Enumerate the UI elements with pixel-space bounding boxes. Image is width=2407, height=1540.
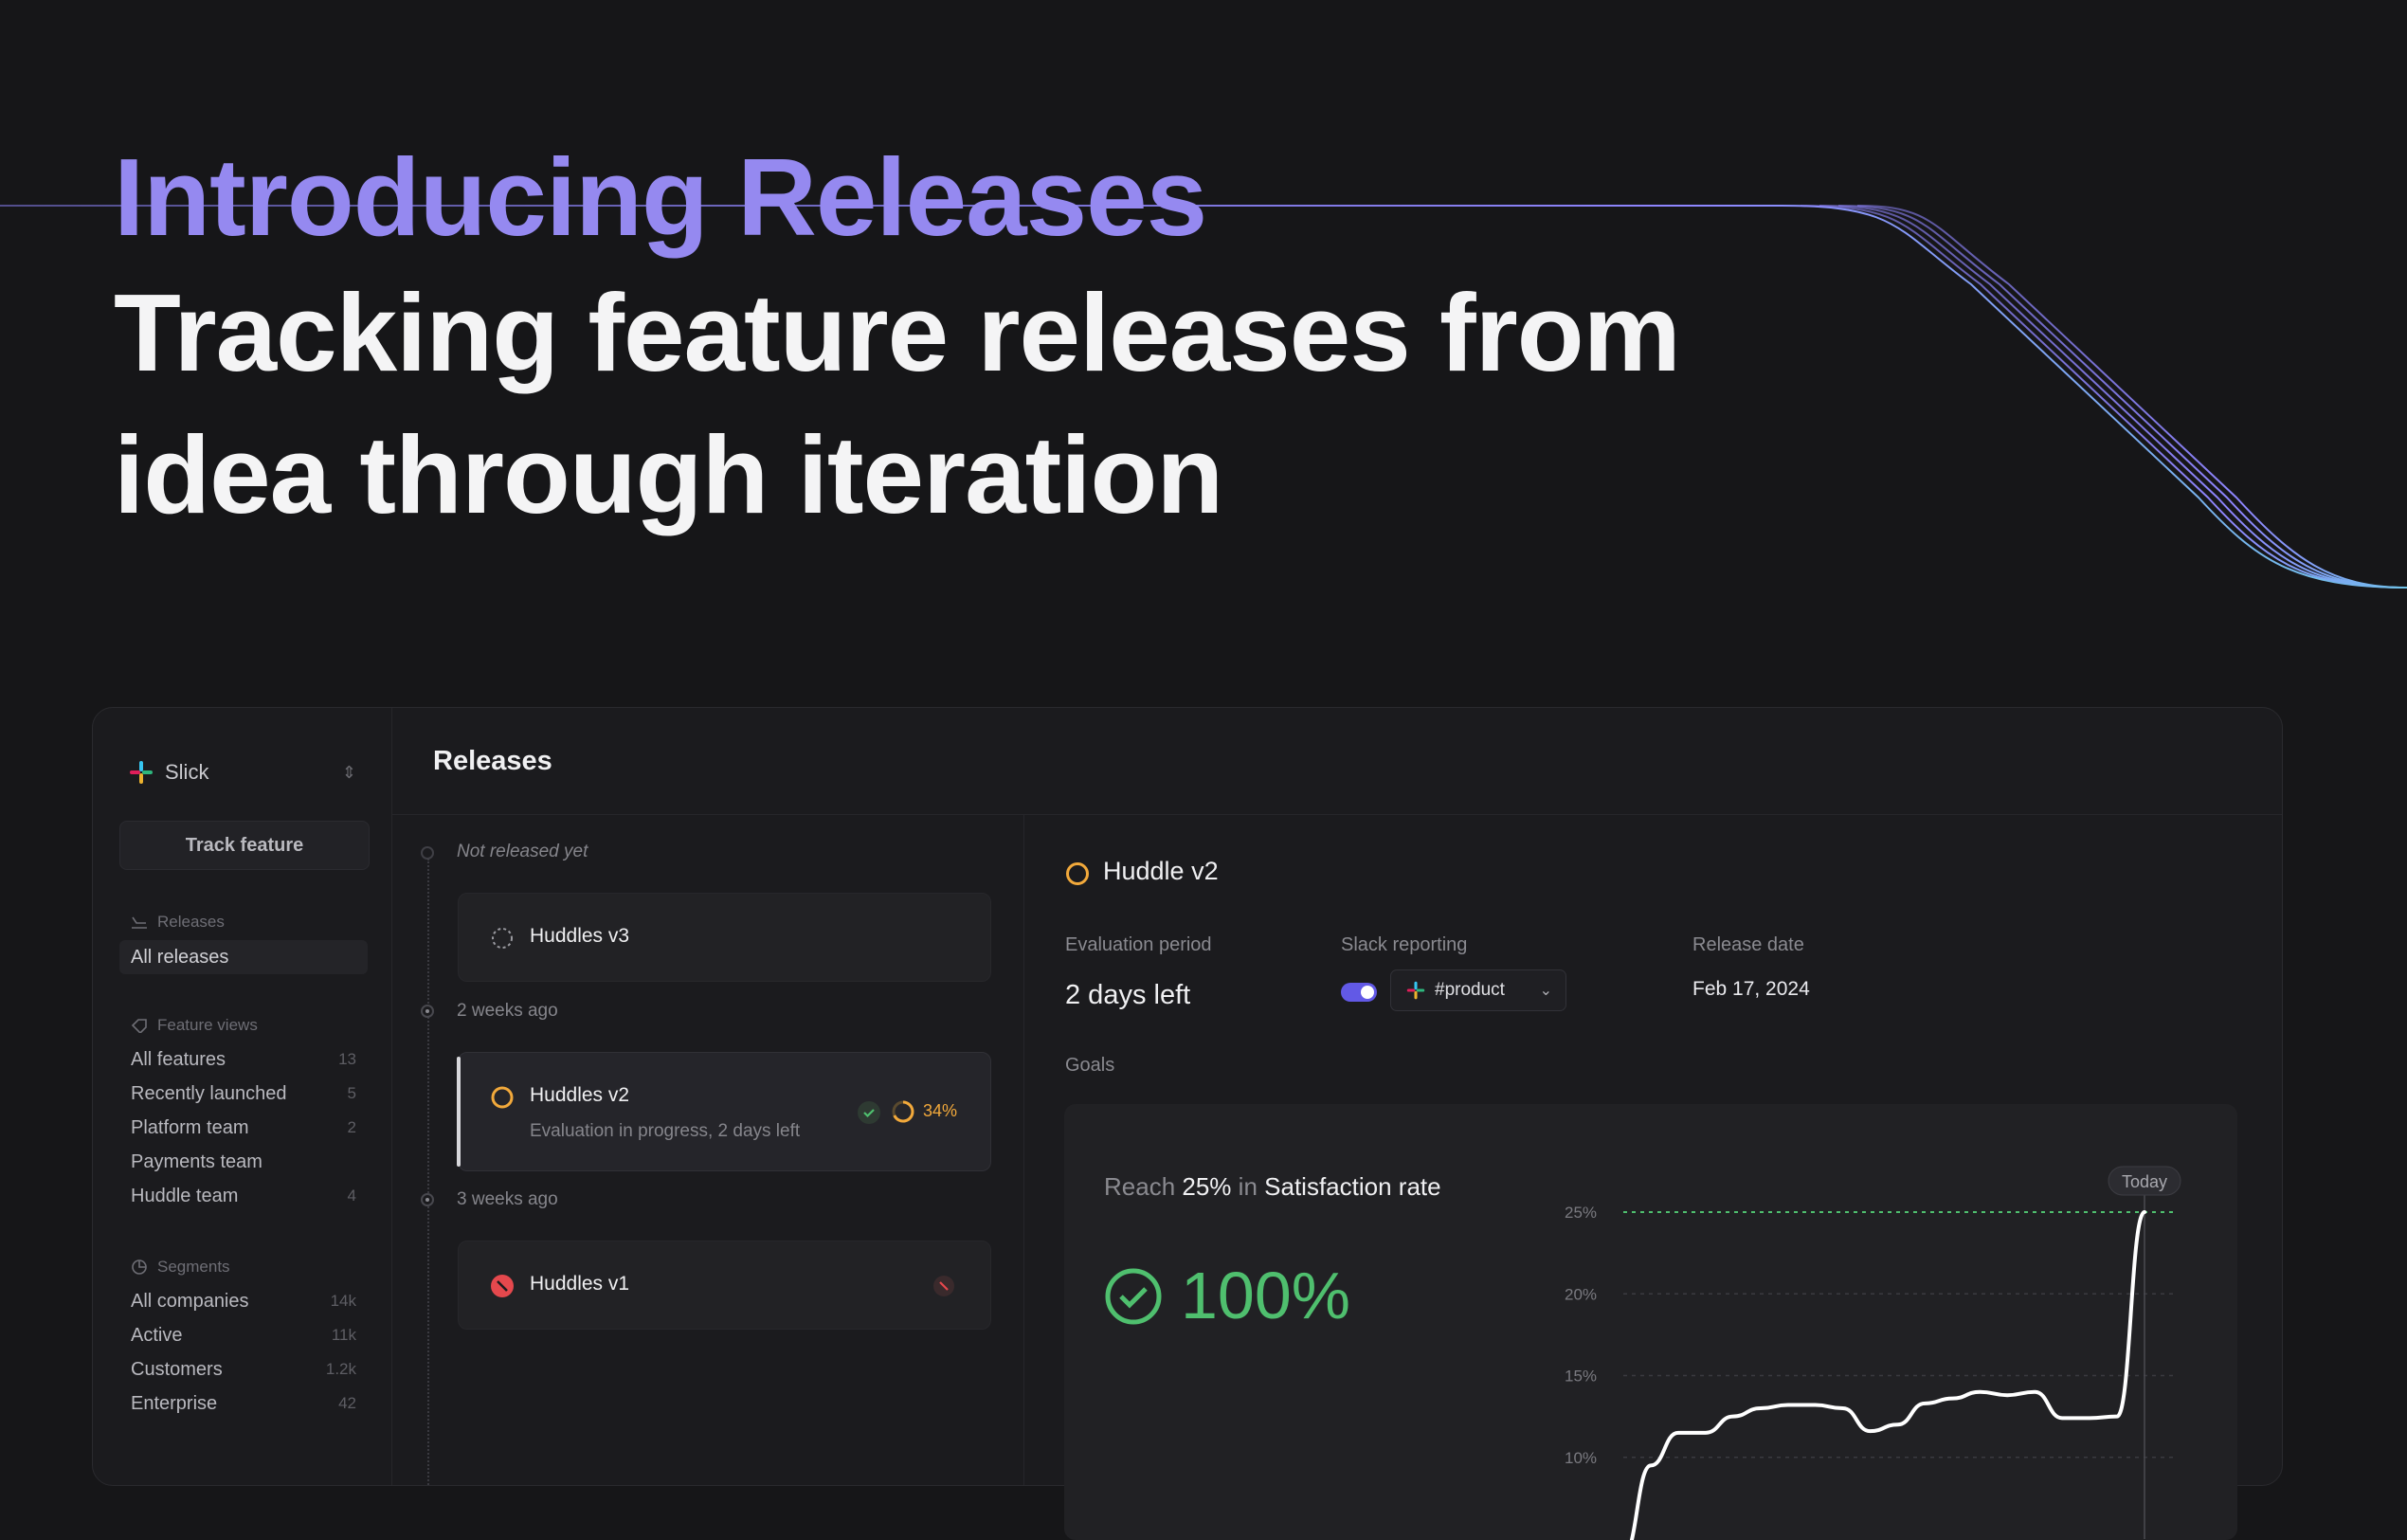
goal-target: 25% [1182,1172,1232,1201]
sidebar-item-all-features[interactable]: All features 13 [119,1042,368,1077]
sidebar-item-huddle-team[interactable]: Huddle team 4 [119,1179,368,1213]
today-marker-label: Today [2122,1172,2167,1191]
release-detail: Huddle v2 Evaluation period 2 days left … [1024,815,2282,1540]
cancelled-badge-icon [933,1276,954,1296]
release-subtitle: Evaluation in progress, 2 days left [530,1121,801,1141]
goal-description: Reach 25% in Satisfaction rate [1104,1172,1441,1202]
page-title: Releases [433,746,552,776]
sidebar-item-count: 13 [338,1050,356,1068]
cancelled-icon [491,1275,514,1297]
release-title: Huddles v2 [530,1084,630,1106]
hero-eyebrow: Introducing Releases [114,136,1207,259]
y-tick-label: 10% [1565,1449,1597,1467]
in-progress-circle-icon [491,1086,514,1109]
release-card-huddles-v3[interactable]: Huddles v3 [458,893,991,982]
evaluation-label: Evaluation period [1065,934,1212,955]
sidebar-item-label: All features [131,1048,226,1070]
sidebar-item-label: Huddle team [131,1185,239,1206]
releases-list: Not released yet Huddles v3 2 weeks ago … [392,815,1024,1485]
group-label: 2 weeks ago [457,1001,558,1021]
sidebar-item-active[interactable]: Active 11k [119,1318,368,1352]
releases-section-label: Releases [157,913,225,931]
progress-percent: 34% [923,1101,958,1120]
sidebar-item-label: All releases [131,946,229,968]
release-date-value: Feb 17, 2024 [1692,978,1810,1000]
release-date-label: Release date [1692,934,1804,955]
sidebar-item-count: 42 [338,1394,356,1412]
check-circle-icon [1105,1268,1162,1325]
group-label: Not released yet [457,842,588,861]
sidebar-item-label: All companies [131,1290,249,1312]
goal-chart: 25% 20% 15% 10% Today [1565,1166,2181,1540]
slack-logo-icon [130,761,153,784]
sidebar-item-label: Payments team [131,1150,262,1172]
sidebar-item-count: 5 [347,1084,356,1102]
evaluation-value: 2 days left [1065,980,1191,1010]
sidebar-item-all-companies[interactable]: All companies 14k [119,1284,368,1318]
sidebar-item-label: Platform team [131,1116,249,1138]
timeline-dot [421,1193,434,1206]
sidebar-item-label: Customers [131,1358,223,1380]
goal-mid: in [1238,1172,1258,1201]
release-title: Huddles v1 [530,1273,630,1295]
sidebar-item-count: 1.2k [325,1360,356,1378]
y-tick-label: 20% [1565,1285,1597,1303]
app-window: Slick ⇕ Track feature Releases All relea… [92,707,2283,1540]
plane-icon [132,916,147,929]
sidebar-item-platform-team[interactable]: Platform team 2 [119,1111,368,1145]
y-tick-label: 15% [1565,1368,1597,1386]
y-tick-label: 25% [1565,1204,1597,1222]
sidebar-item-customers[interactable]: Customers 1.2k [119,1352,368,1386]
chevron-updown-icon: ⇕ [341,762,356,782]
sidebar-item-count: 2 [347,1118,356,1136]
release-card-huddles-v2[interactable]: Huddles v2 Evaluation in progress, 2 day… [457,1052,991,1171]
workspace-switcher[interactable]: Slick ⇕ [129,753,356,791]
dashed-circle-icon [492,928,513,949]
release-card-huddles-v1[interactable]: Huddles v1 [458,1241,991,1330]
goals-label: Goals [1065,1055,1115,1076]
sidebar-item-all-releases[interactable]: All releases [119,940,368,974]
sidebar-item-label: Active [131,1324,183,1346]
sidebar-item-enterprise[interactable]: Enterprise 42 [119,1386,368,1421]
chevron-down-icon: ⌄ [1539,983,1552,999]
progress-ring-icon [892,1100,914,1123]
slack-channel-value: #product [1435,980,1505,1000]
in-progress-circle-icon [1066,862,1089,885]
goal-result: 100% [1181,1259,1351,1332]
group-label: 3 weeks ago [457,1189,558,1209]
sidebar-item-recently-launched[interactable]: Recently launched 5 [119,1077,368,1111]
segments-section-header: Segments [131,1258,230,1277]
slack-reporting-label: Slack reporting [1341,934,1468,955]
slack-logo-icon [1406,981,1425,1000]
hero-title: Tracking feature releases from idea thro… [114,271,1681,536]
release-title: Huddles v3 [530,925,630,947]
track-feature-button[interactable]: Track feature [119,821,370,870]
goal-prefix: Reach [1104,1172,1176,1201]
hero: Introducing Releases Tracking feature re… [114,133,1725,546]
check-badge-icon [858,1101,880,1124]
timeline-dot [421,846,434,860]
slack-reporting-toggle[interactable] [1341,983,1377,1002]
feature-views-section-label: Feature views [157,1016,258,1034]
timeline-line [427,859,429,1485]
sidebar-item-count: 4 [347,1187,356,1205]
tag-icon [131,1019,147,1033]
sidebar: Slick ⇕ Track feature Releases All relea… [93,708,392,1485]
feature-views-section-header: Feature views [131,1016,258,1035]
sidebar-item-count: 14k [330,1292,356,1310]
slack-channel-select[interactable]: #product ⌄ [1390,969,1566,1011]
main-content: Releases Not released yet Huddles v3 2 w… [392,708,2282,1540]
sidebar-item-label: Recently launched [131,1082,287,1104]
goal-card[interactable]: Reach 25% in Satisfaction rate 100% 25% 2… [1064,1104,2237,1540]
releases-section-header: Releases [131,913,225,932]
workspace-name: Slick [165,760,209,784]
segments-section-label: Segments [157,1258,230,1276]
pie-chart-icon [132,1259,147,1275]
sidebar-item-payments-team[interactable]: Payments team [119,1145,368,1179]
sidebar-item-label: Enterprise [131,1392,218,1414]
detail-title: Huddle v2 [1103,857,1219,885]
timeline-dot [421,1005,434,1018]
sidebar-item-count: 11k [331,1326,356,1344]
goal-metric: Satisfaction rate [1264,1172,1441,1201]
